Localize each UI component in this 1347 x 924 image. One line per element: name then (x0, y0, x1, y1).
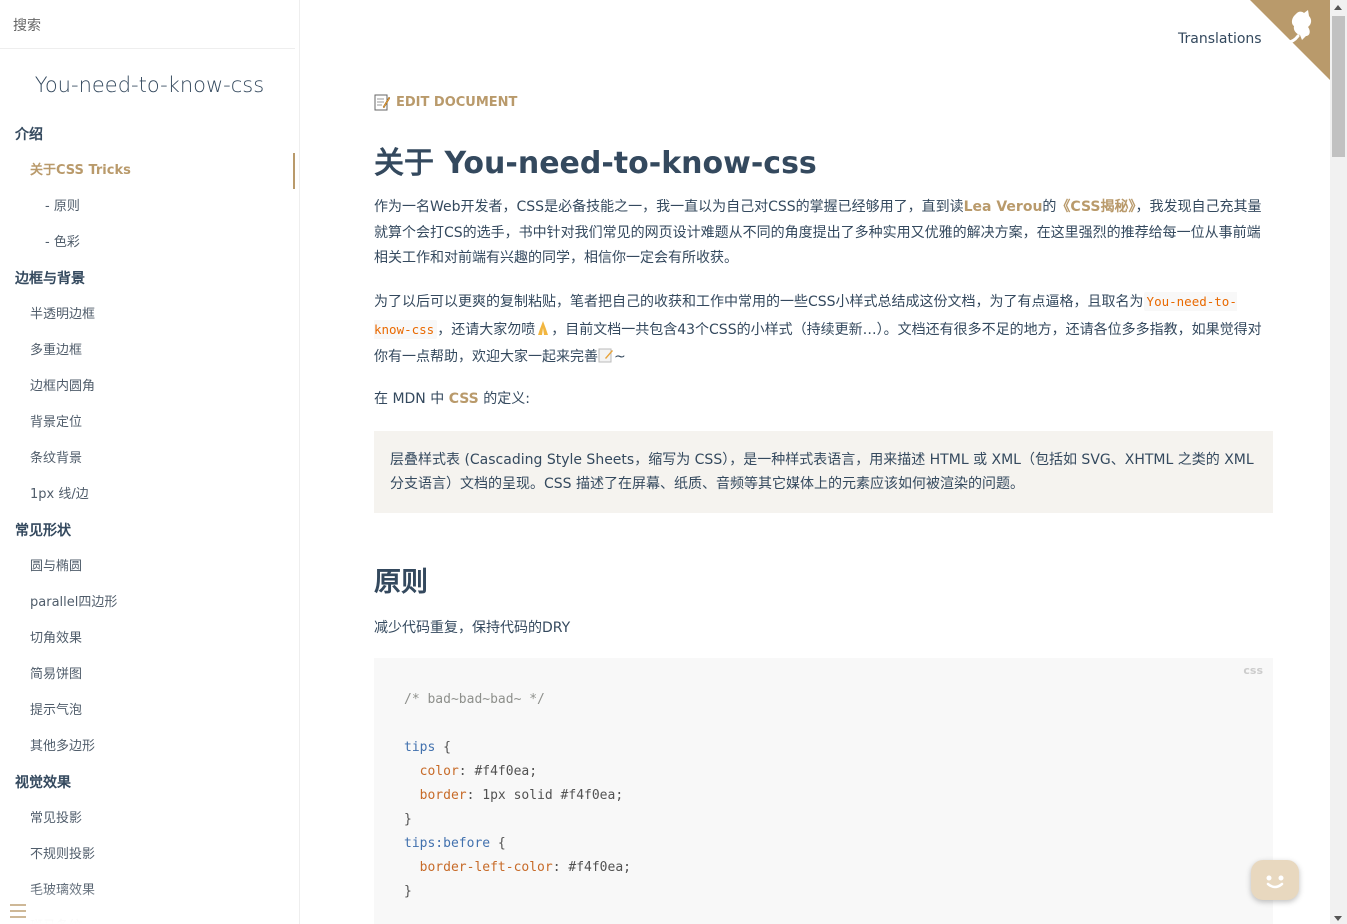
code-line: tips { (404, 736, 1243, 760)
intro-paragraph: 作为一名Web开发者，CSS是必备技能之一，我一直以为自己对CSS的掌握已经够用… (374, 195, 1273, 272)
text: 的定义: (478, 391, 530, 407)
sidebar-item[interactable]: 简易饼图 (0, 657, 299, 693)
github-corner-icon[interactable] (1250, 0, 1330, 80)
code-line: tips:before { (404, 832, 1243, 856)
pray-emoji-icon (538, 321, 549, 335)
code-property: color (419, 764, 459, 779)
nav-section-visual[interactable]: 视觉效果 (0, 765, 299, 801)
nav-section-border-bg[interactable]: 边框与背景 (0, 261, 299, 297)
css-secrets-link[interactable]: 《CSS揭秘》 (1056, 199, 1135, 215)
chat-bot-icon (1266, 875, 1284, 889)
code-selector: tips (404, 740, 436, 755)
sidebar-nav: 介绍 关于CSS Tricks - 原则 - 色彩 边框与背景 半透明边框 多重… (0, 117, 299, 924)
text: 在 MDN 中 (374, 391, 449, 407)
section-title-principle: 原则 (374, 567, 428, 598)
sidebar-item[interactable]: 边框内圆角 (0, 369, 299, 405)
sidebar-item-color[interactable]: - 色彩 (0, 225, 299, 261)
sidebar-item-about[interactable]: 关于CSS Tricks (0, 153, 295, 189)
sidebar-item[interactable]: 圆与椭圆 (0, 549, 299, 585)
code-line: border-left-color: #f4f0ea; (404, 856, 1243, 880)
sidebar-item[interactable]: 1px 线/边 (0, 477, 299, 513)
scroll-down-arrow-icon[interactable] (1334, 916, 1342, 921)
mdn-paragraph: 在 MDN 中 CSS 的定义: (374, 388, 530, 408)
page-title: 关于 You-need-to-know-css (374, 146, 817, 181)
code-line: /* bad~bad~bad~ */ (404, 692, 545, 707)
sidebar-item[interactable]: 常见投影 (0, 801, 299, 837)
css-link[interactable]: CSS (449, 391, 479, 407)
code-value: : #f4f0ea; (552, 860, 631, 875)
sidebar-item[interactable]: 其他多边形 (0, 729, 299, 765)
scroll-thumb[interactable] (1332, 16, 1345, 157)
sidebar: 搜索 You-need-to-know-css 介绍 关于CSS Tricks … (0, 0, 300, 924)
code-line: border: 1px solid #f4f0ea; (404, 784, 1243, 808)
section-text: 减少代码重复，保持代码的DRY (374, 620, 571, 636)
sidebar-item[interactable]: parallel四边形 (0, 585, 299, 621)
css-definition-quote: 层叠样式表 (Cascading Style Sheets，缩写为 CSS），是… (374, 431, 1273, 513)
text: ，还请大家勿喷 (437, 322, 536, 338)
sidebar-item[interactable]: 毛玻璃效果 (0, 873, 299, 909)
app-name[interactable]: You-need-to-know-css (0, 73, 299, 117)
sidebar-item[interactable]: 多重边框 (0, 333, 299, 369)
code-line: } (404, 884, 412, 899)
sidebar-item[interactable]: 半透明边框 (0, 297, 299, 333)
lea-verou-link[interactable]: Lea Verou (964, 199, 1043, 215)
text: 的 (1042, 199, 1057, 215)
text: ~ (614, 349, 626, 365)
code-value: : #f4f0ea; (458, 764, 538, 779)
purpose-paragraph: 为了以后可以更爽的复制粘贴，笔者把自己的收获和工作中常用的一些CSS小样式总结成… (374, 288, 1273, 371)
code-punct: { (490, 836, 506, 851)
sidebar-item[interactable]: 不规则投影 (0, 837, 299, 873)
sidebar-item-principle[interactable]: - 原则 (0, 189, 299, 225)
code-line: color: #f4f0ea; (404, 760, 1243, 784)
code-property: border (419, 788, 467, 803)
code-property: border-left-color (419, 860, 553, 875)
sidebar-item[interactable]: 提示气泡 (0, 693, 299, 729)
nav-section-intro[interactable]: 介绍 (0, 117, 299, 153)
code-language-label: css (1243, 664, 1263, 677)
text: 为了以后可以更爽的复制粘贴，笔者把自己的收获和工作中常用的一些CSS小样式总结成… (374, 294, 1144, 310)
code-selector: tips:before (404, 836, 491, 851)
scroll-up-arrow-icon[interactable] (1334, 5, 1342, 10)
sidebar-item[interactable]: 背景定位 (0, 405, 299, 441)
sidebar-item[interactable]: 条纹背景 (0, 441, 299, 477)
chat-bot-button[interactable] (1251, 860, 1299, 900)
edit-document-label: EDIT DOCUMENT (396, 94, 518, 110)
menu-icon[interactable] (10, 904, 26, 918)
sidebar-item[interactable]: 切角效果 (0, 621, 299, 657)
page-scrollbar[interactable] (1330, 0, 1347, 924)
code-value: : 1px solid #f4f0ea; (466, 788, 624, 803)
nav-section-shapes[interactable]: 常见形状 (0, 513, 299, 549)
edit-document-icon (374, 94, 390, 111)
memo-emoji-icon (598, 348, 613, 363)
code-block: css /* bad~bad~bad~ */ tips { color: #f4… (374, 658, 1273, 924)
search-input[interactable]: 搜索 (0, 0, 295, 49)
code-punct: { (435, 740, 451, 755)
edit-document-link[interactable]: EDIT DOCUMENT (374, 93, 517, 111)
sidebar-item[interactable]: 斑马条纹 (0, 909, 299, 924)
text: 作为一名Web开发者，CSS是必备技能之一，我一直以为自己对CSS的掌握已经够用… (374, 199, 964, 215)
code-line: } (404, 812, 412, 827)
